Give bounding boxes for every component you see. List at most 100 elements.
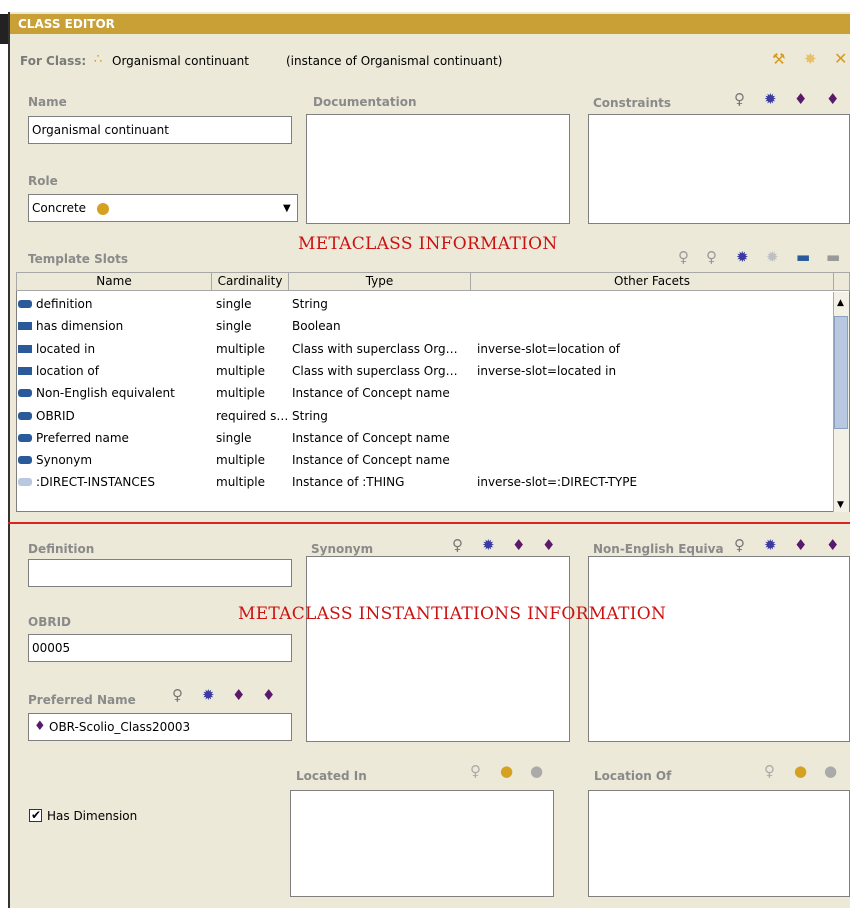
slot-name: location of (36, 363, 99, 378)
view-location-of-icon[interactable]: ♀ (764, 764, 775, 779)
constraints-field[interactable] (588, 114, 850, 224)
synonym-list[interactable] (306, 556, 570, 742)
slot-cardinality: multiple (216, 453, 266, 468)
definition-field[interactable] (28, 559, 292, 587)
create-non-english-icon[interactable]: ✹ (764, 538, 777, 553)
table-row[interactable]: located in multiple Class with superclass … (0, 339, 832, 360)
location-of-label: Location Of (594, 769, 672, 783)
slot-type: Instance of Concept name (292, 430, 450, 445)
slot-cardinality: multiple (216, 386, 266, 401)
scroll-down-icon[interactable]: ▼ (837, 500, 844, 510)
slot-cardinality: multiple (216, 475, 266, 490)
table-row[interactable]: Preferred name single Instance of Concept … (0, 428, 832, 449)
create-slot-icon[interactable]: ✹ (736, 250, 749, 265)
name-field[interactable]: Organismal continuant (28, 116, 292, 144)
slot-icon (18, 411, 32, 420)
metaclass-annotation: METACLASS INFORMATION (298, 234, 558, 254)
located-in-list[interactable] (290, 790, 554, 897)
scroll-up-icon[interactable]: ▲ (837, 298, 844, 308)
view-located-in-icon[interactable]: ♀ (470, 764, 481, 779)
add-constraint-icon[interactable]: ♦ (794, 92, 807, 107)
view-slot-at-class-icon[interactable]: ♀ (706, 250, 717, 265)
table-row[interactable]: Synonym multiple Instance of Concept name (0, 450, 832, 471)
collapse-arrow-icon[interactable] (0, 14, 8, 44)
synonym-label: Synonym (311, 542, 374, 556)
remove-non-english-icon[interactable]: ♦ (826, 538, 839, 553)
slot-icon (18, 478, 32, 487)
name-value: Organismal continuant (32, 123, 169, 137)
location-of-list[interactable] (588, 790, 850, 897)
table-row[interactable]: Non-English equivalent multiple Instance o… (0, 383, 832, 404)
table-row[interactable]: definition single String (0, 294, 832, 315)
scrollbar-thumb[interactable] (834, 316, 848, 429)
table-row[interactable]: location of multiple Class with superclass… (0, 361, 832, 382)
checkmark-icon: ✔ (31, 808, 42, 822)
concrete-icon (97, 203, 109, 215)
role-select[interactable]: Concrete ▼ (28, 194, 298, 222)
instance-of-text: (instance of Organismal continuant) (286, 54, 503, 68)
add-location-of-icon[interactable]: ● (794, 764, 807, 779)
slot-icon (18, 433, 32, 442)
constraints-label: Constraints (593, 96, 672, 110)
table-row[interactable]: has dimension single Boolean (0, 316, 832, 337)
settings-icon[interactable]: ✸ (804, 52, 817, 67)
table-row[interactable]: :DIRECT-INSTANCES multiple Instance of :TH… (0, 472, 832, 493)
obrid-value: 00005 (32, 641, 71, 655)
slot-name: :DIRECT-INSTANCES (36, 475, 155, 490)
column-header-other-facets[interactable]: Other Facets (470, 272, 834, 291)
table-row[interactable]: OBRID required s… String (0, 406, 832, 427)
remove-slot-icon[interactable]: ▬ (826, 250, 840, 265)
remove-slot-override-icon[interactable]: ✹ (766, 250, 779, 265)
slot-name: definition (36, 297, 93, 311)
obrid-field[interactable]: 00005 (28, 634, 292, 662)
remove-located-in-icon[interactable]: ● (530, 764, 543, 779)
create-synonym-icon[interactable]: ✹ (482, 538, 495, 553)
add-located-in-icon[interactable]: ● (500, 764, 513, 779)
non-english-label: Non-English Equiva (593, 542, 724, 556)
create-preferred-name-icon[interactable]: ✹ (202, 688, 215, 703)
slot-name: located in (36, 341, 96, 356)
view-non-english-icon[interactable]: ♀ (734, 538, 745, 553)
add-preferred-name-icon[interactable]: ♦ (232, 688, 245, 703)
create-constraint-icon[interactable]: ✹ (764, 92, 777, 107)
class-editor-title: CLASS EDITOR (10, 14, 850, 34)
slot-cardinality: multiple (216, 363, 266, 378)
slot-icon (18, 366, 32, 375)
remove-preferred-name-icon[interactable]: ♦ (262, 688, 275, 703)
slot-cardinality: required s… (216, 408, 289, 423)
add-non-english-icon[interactable]: ♦ (794, 538, 807, 553)
documentation-field[interactable] (306, 114, 570, 224)
add-synonym-icon[interactable]: ♦ (512, 538, 525, 553)
column-header-filler (833, 272, 850, 291)
view-preferred-name-icon[interactable]: ♀ (172, 688, 183, 703)
remove-synonym-icon[interactable]: ♦ (542, 538, 555, 553)
remove-location-of-icon[interactable]: ● (824, 764, 837, 779)
slot-icon (18, 322, 32, 331)
remove-constraint-icon[interactable]: ♦ (826, 92, 839, 107)
role-label: Role (28, 174, 58, 188)
preferred-name-value[interactable]: OBR-Scolio_Class20003 (49, 720, 190, 734)
slot-icon (18, 389, 32, 398)
slot-name: Non-English equivalent (36, 386, 175, 401)
for-class-label: For Class: (20, 54, 87, 68)
close-icon[interactable]: ✕ (834, 51, 847, 67)
locate-icon[interactable]: ⚒ (772, 52, 785, 67)
view-synonym-icon[interactable]: ♀ (452, 538, 463, 553)
has-dimension-label: Has Dimension (47, 809, 138, 823)
column-header-type[interactable]: Type (288, 272, 471, 291)
dropdown-arrow-icon[interactable]: ▼ (283, 203, 291, 214)
slot-icon (18, 300, 32, 308)
role-value: Concrete (32, 201, 87, 215)
slot-type: Instance of :THING (292, 475, 405, 490)
column-header-name[interactable]: Name (16, 272, 212, 291)
slot-type: String (292, 408, 328, 423)
add-slot-icon[interactable]: ▬ (796, 250, 810, 265)
column-header-cardinality[interactable]: Cardinality (211, 272, 289, 291)
non-english-list[interactable] (588, 556, 850, 742)
obrid-label: OBRID (28, 615, 72, 629)
has-dimension-checkbox[interactable]: ✔ (29, 808, 42, 822)
view-slot-icon[interactable]: ♀ (678, 250, 689, 265)
slot-facets: inverse-slot=located in (477, 363, 617, 378)
view-constraint-icon[interactable]: ♀ (734, 92, 745, 107)
preferred-name-field[interactable]: ♦ OBR-Scolio_Class20003 (28, 713, 292, 741)
